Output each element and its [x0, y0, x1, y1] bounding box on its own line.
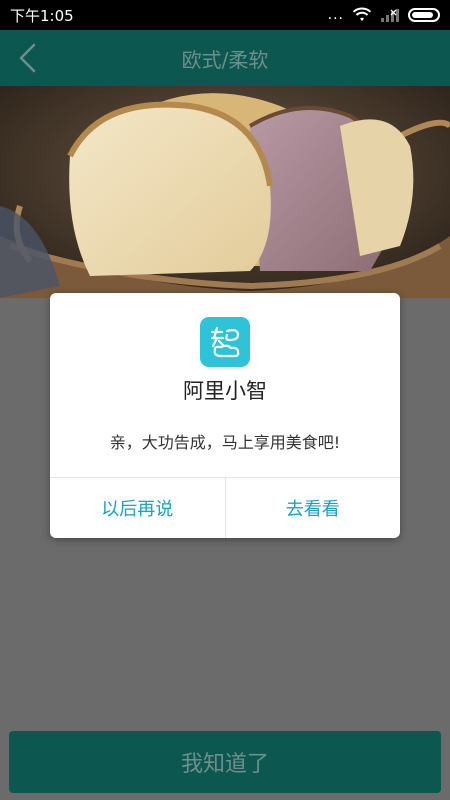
- battery-icon: [408, 8, 440, 22]
- dialog-app-name: 阿里小智: [183, 379, 267, 403]
- bread-image: [0, 86, 450, 298]
- acknowledge-button[interactable]: 我知道了: [9, 731, 441, 793]
- dialog-message: 亲，大功告成，马上享用美食吧!: [109, 433, 341, 452]
- later-button[interactable]: 以后再说: [50, 478, 226, 538]
- view-button[interactable]: 去看看: [226, 478, 401, 538]
- header: 欧式/柔软: [0, 30, 450, 86]
- app-logo-icon: [200, 317, 250, 367]
- notification-dots: ...: [327, 7, 344, 23]
- completion-dialog: 阿里小智 亲，大功告成，马上享用美食吧! 以后再说 去看看: [50, 293, 400, 538]
- zhi-logo-mark: [210, 326, 240, 358]
- status-time: 下午1:05: [10, 6, 74, 25]
- status-bar: 下午1:05 ...: [0, 0, 450, 30]
- back-arrow-icon[interactable]: [14, 42, 42, 74]
- bread-illustration: [0, 86, 450, 298]
- signal-icon: [381, 9, 399, 22]
- status-icons: ...: [328, 7, 440, 23]
- dialog-actions: 以后再说 去看看: [50, 478, 400, 538]
- wifi-icon: [352, 7, 372, 21]
- page-title: 欧式/柔软: [181, 47, 269, 72]
